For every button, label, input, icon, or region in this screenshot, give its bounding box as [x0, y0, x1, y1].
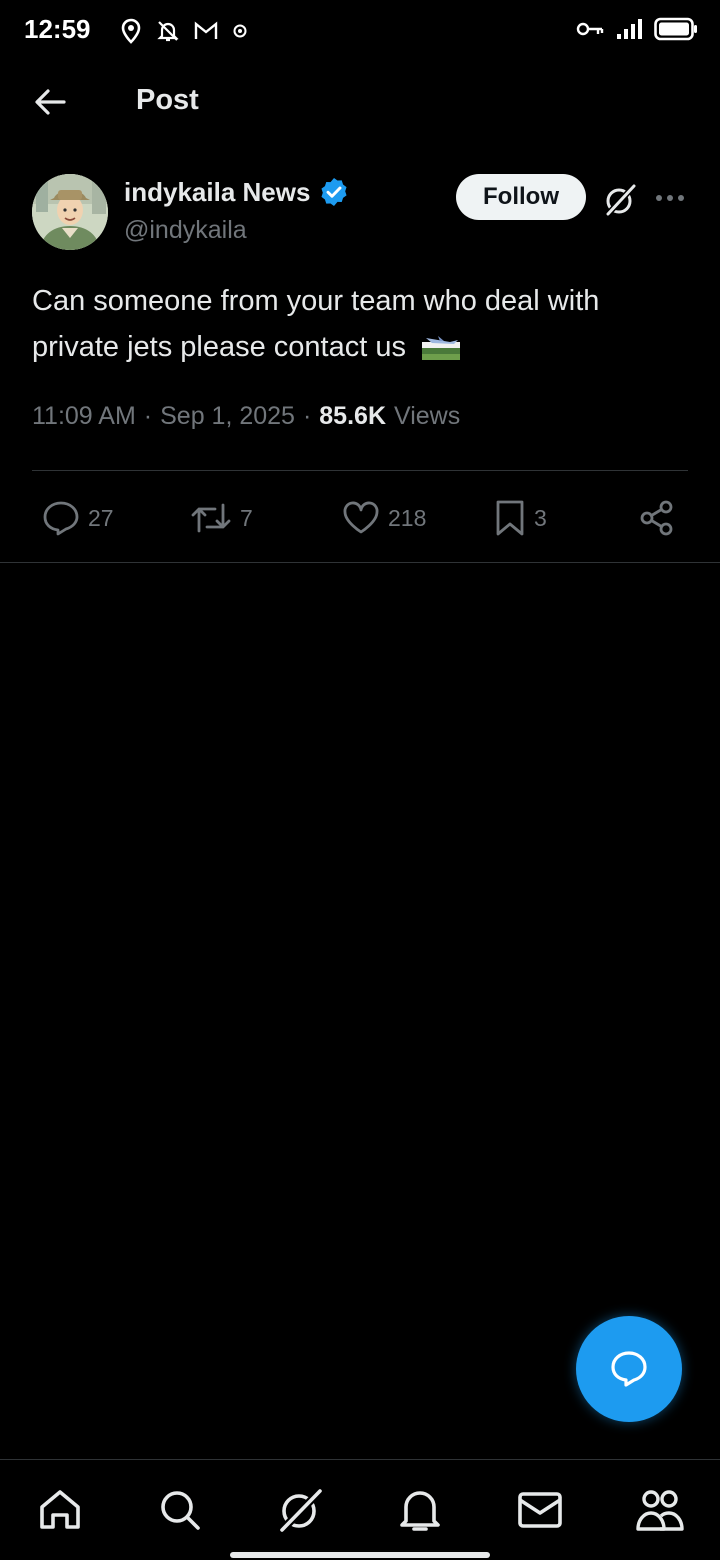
reply-fab-button[interactable]	[576, 1316, 682, 1422]
search-icon	[158, 1488, 202, 1532]
avatar[interactable]	[32, 174, 108, 250]
repost-count: 7	[240, 504, 253, 531]
gmail-icon	[194, 21, 218, 41]
communities-icon	[635, 1487, 685, 1533]
battery-icon	[654, 17, 698, 41]
airplane-arrival-flag-emoji	[420, 328, 462, 362]
back-button[interactable]	[30, 84, 70, 120]
bell-off-icon	[156, 19, 180, 43]
page-title: Post	[136, 84, 199, 116]
status-bar: 12:59	[0, 0, 720, 62]
post-text: Can someone from your team who deal with…	[32, 278, 692, 370]
more-horizontal-icon	[655, 194, 685, 202]
reply-bubble-icon	[609, 1350, 649, 1388]
share-button[interactable]	[638, 496, 676, 540]
status-right-icons	[576, 17, 698, 41]
like-button[interactable]: 218	[342, 496, 426, 540]
post-text-body: Can someone from your team who deal with…	[32, 285, 600, 363]
home-indicator[interactable]	[230, 1552, 490, 1558]
nav-messages[interactable]	[514, 1484, 566, 1536]
reply-icon	[42, 500, 80, 536]
post-actions: 27 7 218 3	[0, 496, 720, 540]
more-options-button[interactable]	[652, 184, 688, 212]
status-time: 12:59	[24, 14, 91, 44]
reply-button[interactable]: 27	[42, 496, 114, 540]
divider	[0, 562, 720, 563]
heart-icon	[342, 501, 380, 535]
header: Post	[0, 70, 720, 134]
nav-search[interactable]	[154, 1484, 206, 1536]
post-date: Sep 1, 2025	[160, 402, 295, 430]
bottom-nav	[0, 1459, 720, 1560]
vpn-key-icon	[576, 20, 604, 38]
notifications-icon	[398, 1487, 442, 1533]
follow-button[interactable]: Follow	[456, 174, 586, 220]
nav-communities[interactable]	[634, 1484, 686, 1536]
bookmark-icon	[494, 499, 526, 537]
author-handle[interactable]: @indykaila	[124, 216, 247, 245]
repost-icon	[190, 501, 232, 535]
views-count[interactable]: 85.6K	[319, 402, 386, 431]
nav-home[interactable]	[34, 1484, 86, 1536]
bookmark-count: 3	[534, 504, 547, 531]
status-left-icons	[120, 18, 248, 44]
author-name[interactable]: indykaila News	[124, 177, 310, 208]
views-label[interactable]: Views	[394, 402, 460, 431]
meta-separator: ·	[302, 402, 312, 430]
signal-icon	[616, 18, 642, 40]
messages-icon	[517, 1490, 563, 1530]
bookmark-button[interactable]: 3	[494, 496, 547, 540]
home-icon	[37, 1487, 83, 1533]
like-count: 218	[388, 504, 427, 531]
post-time: 11:09 AM	[32, 402, 136, 430]
post-meta: 11:09 AM · Sep 1, 2025 · 85.6K Views	[32, 402, 460, 431]
arrow-left-icon	[34, 88, 66, 116]
repost-button[interactable]: 7	[190, 496, 253, 540]
grok-icon	[603, 183, 637, 217]
author-name-row[interactable]: indykaila News	[124, 176, 350, 208]
reply-count: 27	[88, 504, 114, 531]
divider	[32, 470, 688, 471]
nav-grok[interactable]	[274, 1484, 326, 1536]
verified-badge-icon	[318, 176, 350, 208]
grok-button[interactable]	[600, 180, 640, 220]
grok-icon	[276, 1486, 324, 1534]
location-icon	[120, 18, 142, 44]
nav-notifications[interactable]	[394, 1484, 446, 1536]
settings-dot-icon	[232, 23, 248, 39]
meta-separator: ·	[143, 402, 153, 430]
share-icon	[638, 499, 676, 537]
